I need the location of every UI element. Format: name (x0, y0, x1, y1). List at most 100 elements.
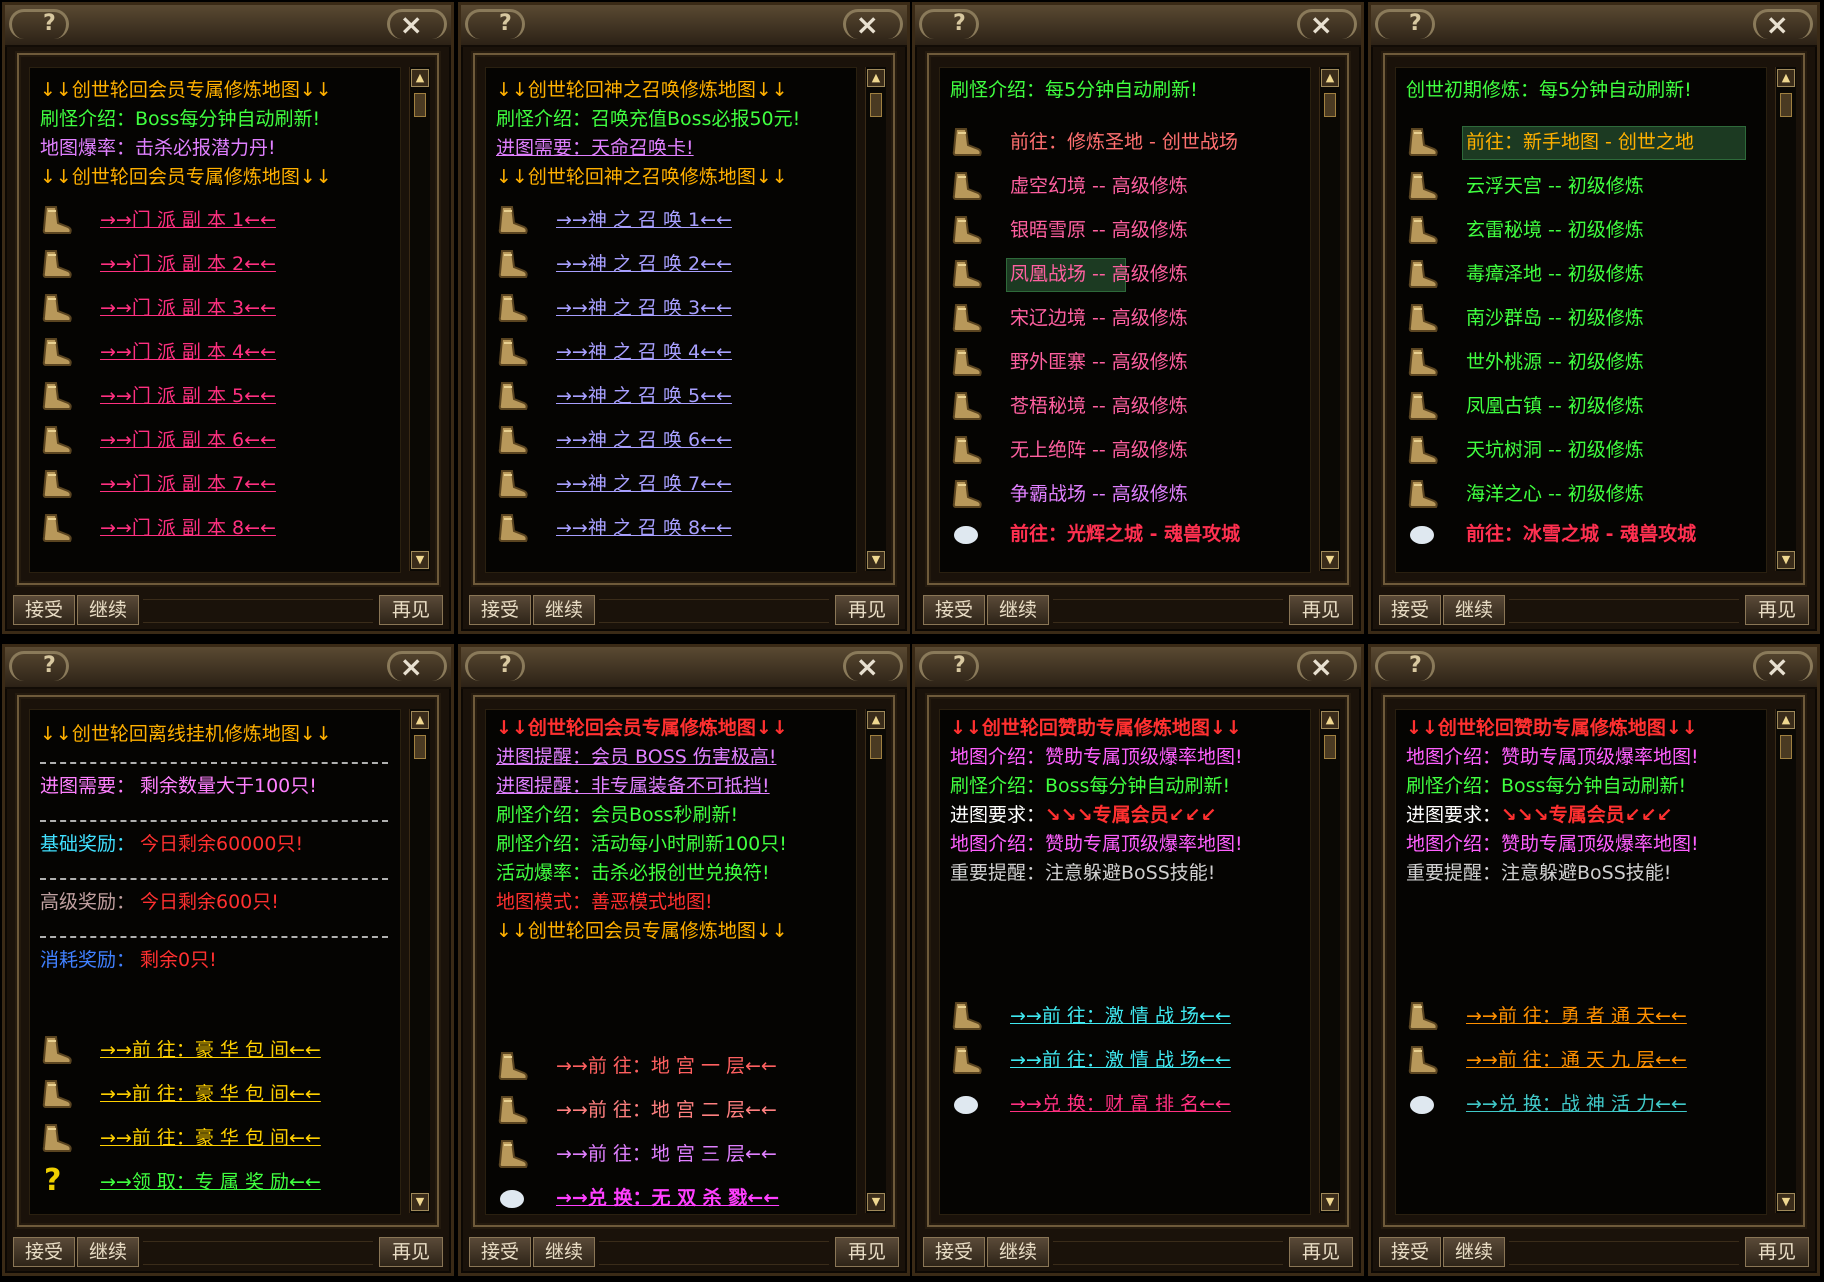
goodbye-button[interactable]: 再见 (379, 1237, 443, 1267)
scrollbar[interactable]: ▲ ▼ (409, 67, 430, 571)
teleport-link[interactable]: →→前 往：地 宫 一 层←← (556, 1054, 777, 1078)
goodbye-button[interactable]: 再见 (835, 595, 899, 625)
exchange-link[interactable]: →→兑 换：战 神 活 力←← (1466, 1092, 1687, 1116)
scroll-thumb[interactable] (1780, 93, 1792, 117)
accept-button[interactable]: 接受 (13, 595, 75, 625)
teleport-link[interactable]: →→门 派 副 本 2←← (100, 252, 276, 276)
map-link[interactable]: 无上绝阵 -- 高级修炼 (1010, 438, 1188, 462)
scroll-thumb[interactable] (1324, 735, 1336, 759)
scroll-down-icon[interactable]: ▼ (867, 1193, 885, 1211)
map-link[interactable]: 宋辽边境 -- 高级修炼 (1010, 306, 1188, 330)
scrollbar[interactable]: ▲ ▼ (865, 67, 886, 571)
map-link[interactable]: 凤凰古镇 -- 初级修炼 (1466, 394, 1644, 418)
accept-button[interactable]: 接受 (923, 595, 985, 625)
map-link[interactable]: 云浮天宫 -- 初级修炼 (1466, 174, 1644, 198)
scroll-down-icon[interactable]: ▼ (1777, 1193, 1795, 1211)
siege-link[interactable]: 前往：冰雪之城 - 魂兽攻城 (1466, 522, 1696, 546)
teleport-link[interactable]: →→神 之 召 唤 2←← (556, 252, 732, 276)
scrollbar[interactable]: ▲ ▼ (865, 709, 886, 1213)
scroll-down-icon[interactable]: ▼ (411, 551, 429, 569)
exchange-link[interactable]: →→兑 换：财 富 排 名←← (1010, 1092, 1231, 1116)
scroll-thumb[interactable] (870, 93, 882, 117)
teleport-link[interactable]: →→前 往：激 情 战 场←← (1010, 1004, 1231, 1028)
help-icon[interactable]: ? (1409, 653, 1422, 678)
teleport-link[interactable]: →→前 往：地 宫 三 层←← (556, 1142, 777, 1166)
help-icon[interactable]: ? (43, 653, 56, 678)
continue-button[interactable]: 继续 (987, 1237, 1049, 1267)
goodbye-button[interactable]: 再见 (1289, 1237, 1353, 1267)
map-link[interactable]: 南沙群岛 -- 初级修炼 (1466, 306, 1644, 330)
accept-button[interactable]: 接受 (923, 1237, 985, 1267)
scroll-up-icon[interactable]: ▲ (411, 711, 429, 729)
siege-link[interactable]: 前往：光辉之城 - 魂兽攻城 (1010, 522, 1240, 546)
close-icon[interactable]: × (400, 650, 423, 683)
scroll-down-icon[interactable]: ▼ (1321, 1193, 1339, 1211)
map-link[interactable]: 虚空幻境 -- 高级修炼 (1010, 174, 1188, 198)
teleport-link[interactable]: →→神 之 召 唤 7←← (556, 472, 732, 496)
scroll-up-icon[interactable]: ▲ (1321, 711, 1339, 729)
scrollbar[interactable]: ▲ ▼ (1775, 709, 1796, 1213)
teleport-link[interactable]: →→前 往：豪 华 包 间←← (100, 1082, 321, 1106)
goodbye-button[interactable]: 再见 (1745, 595, 1809, 625)
teleport-link[interactable]: →→神 之 召 唤 1←← (556, 208, 732, 232)
teleport-link[interactable]: →→门 派 副 本 7←← (100, 472, 276, 496)
help-icon[interactable]: ? (953, 653, 966, 678)
scroll-down-icon[interactable]: ▼ (1321, 551, 1339, 569)
map-link[interactable]: 玄雷秘境 -- 初级修炼 (1466, 218, 1644, 242)
teleport-link[interactable]: →→前 往：激 情 战 场←← (1010, 1048, 1231, 1072)
close-icon[interactable]: × (1766, 8, 1789, 41)
map-link[interactable]: 凤凰战场 -- 高级修炼 (1010, 262, 1188, 286)
goodbye-button[interactable]: 再见 (1289, 595, 1353, 625)
scroll-down-icon[interactable]: ▼ (411, 1193, 429, 1211)
scroll-thumb[interactable] (1324, 93, 1336, 117)
accept-button[interactable]: 接受 (1379, 595, 1441, 625)
accept-button[interactable]: 接受 (469, 595, 531, 625)
continue-button[interactable]: 继续 (533, 595, 595, 625)
continue-button[interactable]: 继续 (987, 595, 1049, 625)
help-icon[interactable]: ? (1409, 11, 1422, 36)
claim-link[interactable]: →→领 取：专 属 奖 励←← (100, 1170, 321, 1194)
map-link[interactable]: 海洋之心 -- 初级修炼 (1466, 482, 1644, 506)
teleport-link[interactable]: →→前 往：勇 者 通 天←← (1466, 1004, 1687, 1028)
accept-button[interactable]: 接受 (13, 1237, 75, 1267)
teleport-link[interactable]: →→神 之 召 唤 5←← (556, 384, 732, 408)
goodbye-button[interactable]: 再见 (835, 1237, 899, 1267)
scrollbar[interactable]: ▲ ▼ (1319, 709, 1340, 1213)
scroll-up-icon[interactable]: ▲ (867, 69, 885, 87)
close-icon[interactable]: × (1310, 8, 1333, 41)
teleport-link[interactable]: →→门 派 副 本 6←← (100, 428, 276, 452)
help-icon[interactable]: ? (499, 653, 512, 678)
map-link[interactable]: 争霸战场 -- 高级修炼 (1010, 482, 1188, 506)
map-link[interactable]: 银晤雪原 -- 高级修炼 (1010, 218, 1188, 242)
map-link[interactable]: 前往：新手地图 - 创世之地 (1466, 130, 1694, 154)
accept-button[interactable]: 接受 (1379, 1237, 1441, 1267)
scroll-thumb[interactable] (1780, 735, 1792, 759)
goodbye-button[interactable]: 再见 (1745, 1237, 1809, 1267)
map-link[interactable]: 毒瘴泽地 -- 初级修炼 (1466, 262, 1644, 286)
scroll-thumb[interactable] (870, 735, 882, 759)
map-link[interactable]: 天坑树洞 -- 初级修炼 (1466, 438, 1644, 462)
goodbye-button[interactable]: 再见 (379, 595, 443, 625)
scroll-thumb[interactable] (414, 735, 426, 759)
scrollbar[interactable]: ▲ ▼ (409, 709, 430, 1213)
scroll-up-icon[interactable]: ▲ (867, 711, 885, 729)
scrollbar[interactable]: ▲ ▼ (1775, 67, 1796, 571)
map-link[interactable]: 野外匪寨 -- 高级修炼 (1010, 350, 1188, 374)
teleport-link[interactable]: →→神 之 召 唤 8←← (556, 516, 732, 540)
continue-button[interactable]: 继续 (77, 595, 139, 625)
map-link[interactable]: 前往：修炼圣地 - 创世战场 (1010, 130, 1238, 154)
help-icon[interactable]: ? (499, 11, 512, 36)
teleport-link[interactable]: →→门 派 副 本 4←← (100, 340, 276, 364)
scrollbar[interactable]: ▲ ▼ (1319, 67, 1340, 571)
scroll-up-icon[interactable]: ▲ (1777, 711, 1795, 729)
scroll-thumb[interactable] (414, 93, 426, 117)
exchange-link[interactable]: →→兑 换：无 双 杀 戮←← (556, 1186, 779, 1210)
scroll-up-icon[interactable]: ▲ (1321, 69, 1339, 87)
teleport-link[interactable]: →→神 之 召 唤 6←← (556, 428, 732, 452)
teleport-link[interactable]: →→门 派 副 本 5←← (100, 384, 276, 408)
scroll-up-icon[interactable]: ▲ (1777, 69, 1795, 87)
map-link[interactable]: 苍梧秘境 -- 高级修炼 (1010, 394, 1188, 418)
teleport-link[interactable]: →→前 往：通 天 九 层←← (1466, 1048, 1687, 1072)
continue-button[interactable]: 继续 (77, 1237, 139, 1267)
close-icon[interactable]: × (400, 8, 423, 41)
